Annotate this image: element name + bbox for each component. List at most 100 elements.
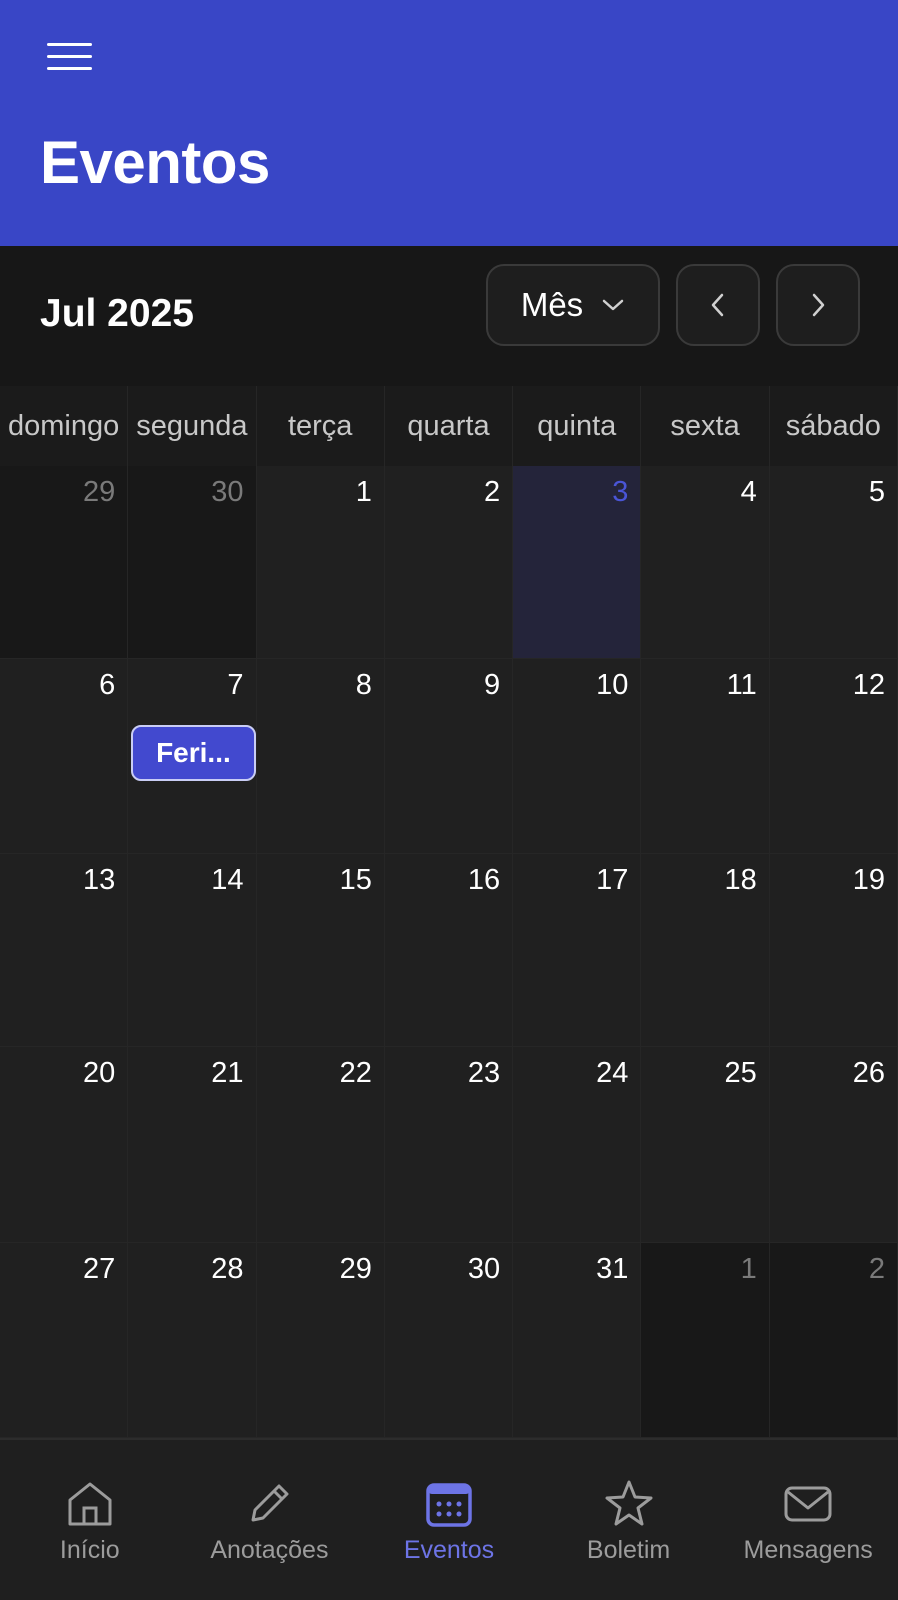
next-month-button[interactable] [776, 264, 860, 346]
calendar-day-cell[interactable]: 8 [256, 659, 385, 854]
day-number: 10 [596, 669, 629, 701]
calendar-day-cell[interactable]: 1 [641, 1243, 770, 1438]
month-grid: 29 30 1 2 3 4 5 6 7 Feri... 8 9 10 11 12 13 14 15 16 17 18 19… [0, 466, 898, 1438]
day-number: 20 [83, 1057, 116, 1089]
calendar-day-cell[interactable]: 6 [0, 659, 129, 854]
star-icon [605, 1480, 653, 1526]
weekday-label: quarta [385, 386, 514, 466]
pencil-icon [251, 1484, 289, 1522]
calendar-day-cell[interactable]: 16 [384, 854, 514, 1047]
day-number: 14 [211, 864, 244, 896]
app-header: Eventos [0, 0, 898, 246]
nav-item-label: Início [59, 1536, 120, 1564]
page-title: Eventos [40, 129, 270, 196]
nav-item-label: Mensagens [743, 1536, 873, 1564]
calendar-day-cell[interactable]: 2 [384, 466, 514, 659]
chevron-right-icon [812, 293, 825, 317]
day-number: 3 [612, 476, 629, 508]
view-mode-select[interactable]: Mês [486, 264, 660, 346]
previous-month-button[interactable] [676, 264, 760, 346]
day-number: 17 [596, 864, 629, 896]
calendar-day-cell[interactable]: 2 [769, 1243, 898, 1438]
weekday-label: sábado [770, 386, 898, 466]
home-icon [68, 1482, 112, 1526]
weekday-label: sexta [641, 386, 770, 466]
calendar-day-cell[interactable]: 12 [769, 659, 898, 854]
calendar-day-cell[interactable]: 5 [769, 466, 898, 659]
day-number: 26 [852, 1057, 885, 1089]
nav-item-label: Anotações [210, 1536, 329, 1564]
day-number: 6 [99, 669, 116, 701]
current-month-label: Jul 2025 [40, 292, 194, 335]
chevron-left-icon [711, 293, 724, 317]
calendar-day-cell[interactable]: 26 [769, 1047, 898, 1243]
calendar-day-cell[interactable]: 30 [384, 1243, 514, 1438]
calendar-day-cell[interactable]: 7 Feri... [128, 659, 257, 854]
calendar-day-cell-today[interactable]: 3 [513, 466, 642, 659]
calendar-day-cell[interactable]: 19 [769, 854, 898, 1047]
nav-item-anotacoes[interactable]: Anotações [180, 1440, 360, 1600]
day-number: 16 [467, 864, 501, 896]
day-number: 31 [596, 1253, 629, 1285]
day-number: 30 [211, 476, 244, 508]
day-number: 24 [596, 1057, 629, 1089]
weekday-label: terça [257, 386, 385, 466]
calendar-day-cell[interactable]: 25 [641, 1047, 770, 1243]
view-mode-value: Mês [520, 286, 584, 323]
calendar-day-cell[interactable]: 20 [0, 1047, 129, 1243]
nav-item-boletim[interactable]: Boletim [539, 1440, 719, 1600]
day-number: 8 [355, 669, 372, 701]
day-number: 19 [852, 864, 885, 896]
bottom-navigation: Início Anotações Eventos Boletim Mensage… [0, 1438, 898, 1600]
nav-item-label: Eventos [403, 1536, 495, 1564]
day-number: 2 [484, 476, 501, 508]
calendar-day-cell[interactable]: 11 [641, 659, 770, 854]
calendar-day-cell[interactable]: 4 [641, 466, 770, 659]
day-number: 25 [724, 1057, 757, 1089]
day-number: 18 [724, 864, 757, 896]
calendar-day-cell[interactable]: 21 [128, 1047, 257, 1243]
calendar-day-cell[interactable]: 1 [256, 466, 385, 659]
weekday-label: quinta [513, 386, 642, 466]
calendar-day-cell[interactable]: 30 [128, 466, 257, 659]
calendar-day-cell[interactable]: 28 [128, 1243, 257, 1438]
weekday-header-row: domingo segunda terça quarta quinta sext… [0, 386, 898, 466]
calendar-day-cell[interactable]: 29 [256, 1243, 385, 1438]
calendar-day-cell[interactable]: 17 [513, 854, 642, 1047]
day-number: 22 [339, 1057, 372, 1089]
nav-item-mensagens[interactable]: Mensagens [718, 1440, 898, 1600]
calendar-day-cell[interactable]: 15 [256, 854, 385, 1047]
day-number: 1 [740, 1253, 757, 1285]
day-number: 23 [467, 1057, 501, 1089]
calendar-day-cell[interactable]: 9 [384, 659, 514, 854]
calendar-day-cell[interactable]: 24 [513, 1047, 642, 1243]
calendar-day-cell[interactable]: 18 [641, 854, 770, 1047]
calendar-day-cell[interactable]: 10 [513, 659, 642, 854]
calendar-day-cell[interactable]: 23 [384, 1047, 514, 1243]
calendar-day-cell[interactable]: 29 [0, 466, 129, 659]
day-number: 9 [484, 669, 501, 701]
weekday-label: domingo [0, 386, 129, 466]
nav-item-eventos[interactable]: Eventos [359, 1440, 539, 1600]
weekday-label: segunda [128, 386, 257, 466]
day-number: 28 [211, 1253, 244, 1285]
hamburger-menu-icon[interactable] [38, 34, 102, 78]
day-number: 5 [868, 476, 885, 508]
nav-item-inicio[interactable]: Início [0, 1440, 180, 1600]
day-number: 4 [740, 476, 757, 508]
mail-icon [784, 1486, 832, 1522]
calendar-day-cell[interactable]: 13 [0, 854, 129, 1047]
day-number: 21 [211, 1057, 244, 1089]
event-chip[interactable]: Feri... [131, 725, 256, 781]
day-number: 13 [83, 864, 116, 896]
day-number: 1 [355, 476, 372, 508]
day-number: 29 [339, 1253, 372, 1285]
calendar-day-cell[interactable]: 14 [128, 854, 257, 1047]
day-number: 30 [467, 1253, 501, 1285]
calendar-day-cell[interactable]: 27 [0, 1243, 129, 1438]
day-number: 29 [83, 476, 116, 508]
calendar-day-cell[interactable]: 31 [513, 1243, 642, 1438]
calendar-day-cell[interactable]: 22 [256, 1047, 385, 1243]
nav-item-label: Boletim [586, 1536, 671, 1564]
day-number: 12 [852, 669, 885, 701]
